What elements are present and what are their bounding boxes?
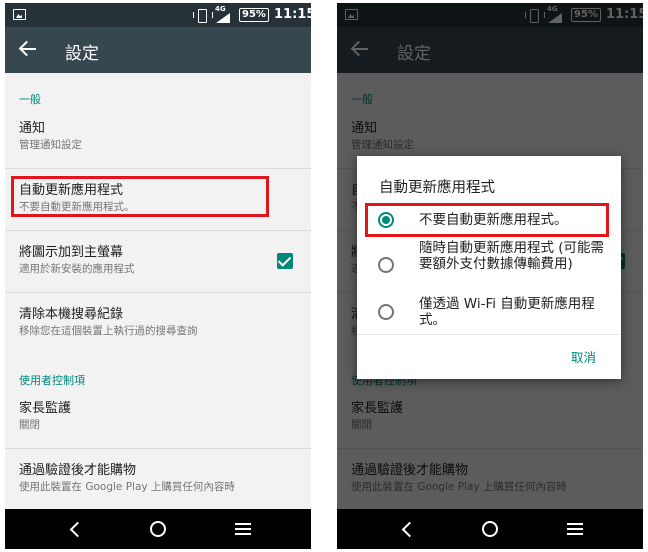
navigation-bar <box>5 509 311 549</box>
setting-title: 清除本機搜尋紀錄 <box>19 307 124 322</box>
nav-menu-icon[interactable] <box>565 519 585 539</box>
nav-back-icon[interactable] <box>397 519 417 539</box>
page-title: 設定 <box>65 44 99 64</box>
image-notification-icon <box>13 9 26 20</box>
radio-unselected-icon[interactable] <box>378 304 394 320</box>
nav-back-icon[interactable] <box>65 519 85 539</box>
section-header-user-controls: 使用者控制項 <box>19 374 85 387</box>
status-bar: 4G 95% 11:15 <box>5 3 311 27</box>
nav-menu-icon[interactable] <box>233 519 253 539</box>
nav-home-icon[interactable] <box>148 519 168 539</box>
setting-clear-search-history[interactable]: 清除本機搜尋紀錄 移除您在這個裝置上執行過的搜尋查詢 <box>19 307 299 339</box>
setting-notifications[interactable]: 通知 管理通知設定 <box>19 121 299 153</box>
divider <box>5 168 311 169</box>
add-icon-checkbox[interactable] <box>277 253 293 269</box>
setting-title: 將圖示加到主螢幕 <box>19 245 124 260</box>
network-type: 4G <box>215 5 226 13</box>
cancel-button[interactable]: 取消 <box>571 347 596 366</box>
option-auto-update-wifi-only[interactable]: 僅透過 Wi-Fi 自動更新應用程式。 <box>357 294 621 330</box>
setting-subtitle: 管理通知設定 <box>19 139 82 151</box>
navigation-bar <box>337 509 643 549</box>
divider <box>5 448 311 449</box>
divider <box>5 292 311 293</box>
clock: 11:15 <box>274 7 311 22</box>
setting-subtitle: 移除您在這個裝置上執行過的搜尋查詢 <box>19 325 198 337</box>
phone-screen-dialog: 4G 95% 11:15 設定 一般 通知 管理通知設定 自動更新應用程式 不要… <box>337 3 643 549</box>
highlight-box <box>365 203 609 237</box>
option-label: 隨時自動更新應用程式 (可能需要額外支付數據傳輸費用) <box>419 240 605 272</box>
divider <box>5 230 311 231</box>
vibrate-icon <box>193 8 213 23</box>
setting-title: 家長監護 <box>19 401 72 416</box>
setting-subtitle: 關閉 <box>19 419 40 431</box>
option-label: 僅透過 Wi-Fi 自動更新應用程式。 <box>419 296 595 328</box>
nav-home-icon[interactable] <box>480 519 500 539</box>
toolbar: 設定 <box>5 27 311 73</box>
signal-icon <box>216 13 230 23</box>
auto-update-dialog: 自動更新應用程式 不要自動更新應用程式。 隨時自動更新應用程式 (可能需要額外支… <box>357 156 621 379</box>
dialog-divider <box>357 334 621 335</box>
settings-list: 一般 通知 管理通知設定 自動更新應用程式 不要自動更新應用程式。 將圖示加到主… <box>5 73 311 509</box>
option-auto-update-anytime[interactable]: 隨時自動更新應用程式 (可能需要額外支付數據傳輸費用) <box>357 240 621 290</box>
highlight-box <box>11 176 269 217</box>
radio-unselected-icon[interactable] <box>378 257 394 273</box>
setting-title: 通知 <box>19 121 46 136</box>
setting-title: 通過驗證後才能購物 <box>19 463 137 478</box>
back-arrow-icon[interactable] <box>19 40 37 58</box>
setting-require-authentication[interactable]: 通過驗證後才能購物 使用此裝置在 Google Play 上購買任何內容時 <box>19 463 299 495</box>
setting-subtitle: 使用此裝置在 Google Play 上購買任何內容時 <box>19 481 235 493</box>
battery-level: 95% <box>239 8 269 22</box>
setting-subtitle: 適用於新安裝的應用程式 <box>19 263 135 275</box>
setting-parental-controls[interactable]: 家長監護 關閉 <box>19 401 299 433</box>
phone-screen-settings: 4G 95% 11:15 設定 一般 通知 管理通知設定 自動更新應用程式 不要… <box>5 3 311 549</box>
dialog-title: 自動更新應用程式 <box>379 180 495 196</box>
section-header-general: 一般 <box>19 93 41 106</box>
setting-add-icon-to-home[interactable]: 將圖示加到主螢幕 適用於新安裝的應用程式 <box>19 245 299 277</box>
